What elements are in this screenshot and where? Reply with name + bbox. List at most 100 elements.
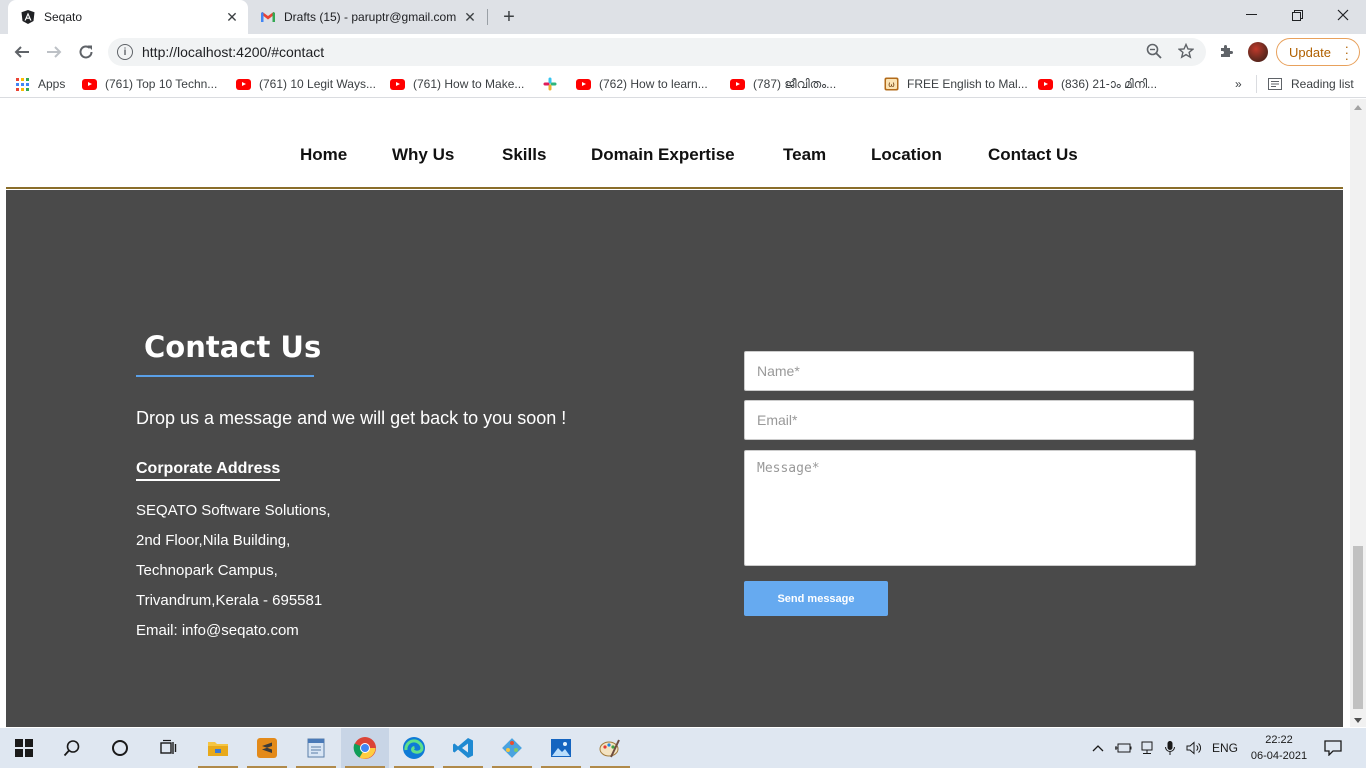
bookmark-item[interactable]: (787) ജീവിതം...	[729, 75, 836, 93]
bookmark-item[interactable]: (761) 10 Legit Ways...	[235, 75, 376, 93]
new-tab-icon[interactable]: +	[498, 6, 520, 28]
start-icon[interactable]	[0, 728, 48, 768]
bookmark-label: (836) 21-ാം മിനി...	[1061, 76, 1158, 91]
vscode-icon[interactable]	[439, 728, 487, 768]
scroll-down-icon[interactable]	[1354, 718, 1362, 723]
paint-icon[interactable]	[586, 728, 634, 768]
profile-avatar[interactable]	[1248, 42, 1268, 62]
extensions-icon[interactable]	[1215, 40, 1237, 62]
bookmark-label: (761) Top 10 Techn...	[105, 77, 218, 91]
volume-icon[interactable]	[1186, 728, 1202, 768]
edge-icon[interactable]	[390, 728, 438, 768]
language-indicator[interactable]: ENG	[1212, 728, 1238, 768]
nav-contact-us[interactable]: Contact Us	[988, 145, 1078, 165]
contact-email: Email: info@seqato.com	[136, 622, 299, 639]
contact-tagline: Drop us a message and we will get back t…	[136, 408, 567, 428]
chrome-icon[interactable]	[341, 728, 389, 768]
reading-list-label: Reading list	[1291, 77, 1354, 91]
bookmark-item[interactable]: (761) How to Make...	[389, 75, 524, 93]
clock-date: 06-04-2021	[1250, 750, 1308, 762]
sublime-icon[interactable]	[243, 728, 291, 768]
youtube-icon	[1037, 76, 1053, 92]
bookmark-item[interactable]: (762) How to learn...	[575, 75, 708, 93]
gmail-icon	[260, 9, 276, 25]
tab-strip: Seqato ✕ Drafts (15) - paruptr@gmail.com…	[0, 0, 1366, 34]
email-field[interactable]	[744, 400, 1194, 440]
show-hidden-icons[interactable]	[1092, 728, 1104, 768]
youtube-icon	[575, 76, 591, 92]
taskbar: ENG 22:22 06-04-2021	[0, 728, 1366, 768]
nav-skills[interactable]: Skills	[502, 145, 546, 165]
contact-section: Contact Us Drop us a message and we will…	[6, 190, 1343, 727]
more-bookmarks-icon[interactable]: »	[1235, 75, 1242, 93]
update-label: Update	[1289, 44, 1331, 60]
menu-dots-icon[interactable]: · · ·	[1345, 40, 1349, 65]
youtube-icon	[389, 76, 405, 92]
file-explorer-icon[interactable]	[194, 728, 242, 768]
apps-grid-icon	[14, 76, 30, 92]
site-info-icon[interactable]: i	[117, 44, 133, 60]
browser-toolbar: i Update ···	[0, 34, 1366, 70]
bookmark-label: (761) 10 Legit Ways...	[259, 77, 376, 91]
close-window-icon[interactable]	[1320, 0, 1366, 30]
dictionary-icon: ω	[883, 76, 899, 92]
bookmark-label: Apps	[38, 77, 66, 91]
reload-icon[interactable]	[72, 38, 100, 66]
tab-title: Drafts (15) - paruptr@gmail.com	[284, 10, 457, 24]
nav-location[interactable]: Location	[871, 145, 942, 165]
address-line: 2nd Floor,Nila Building,	[136, 532, 291, 549]
update-button[interactable]: Update · · ·	[1276, 38, 1360, 66]
notepad-icon[interactable]	[292, 728, 340, 768]
search-icon[interactable]	[48, 728, 96, 768]
task-view-icon[interactable]	[144, 728, 192, 768]
youtube-icon	[81, 76, 97, 92]
page-viewport: Home Why Us Skills Domain Expertise Team…	[0, 99, 1350, 727]
send-message-button[interactable]: Send message	[744, 581, 888, 616]
svg-text:ω: ω	[888, 80, 895, 89]
network-icon[interactable]	[1140, 728, 1154, 768]
bookmark-label: (761) How to Make...	[413, 77, 525, 91]
cortana-icon[interactable]	[96, 728, 144, 768]
back-icon[interactable]	[8, 38, 36, 66]
close-tab-icon[interactable]: ✕	[460, 7, 480, 27]
address-bar[interactable]: i	[108, 38, 1206, 66]
notifications-icon[interactable]	[1324, 728, 1342, 768]
bookmark-item[interactable]	[542, 75, 566, 93]
youtube-icon	[235, 76, 251, 92]
nav-team[interactable]: Team	[783, 145, 826, 165]
bookmark-item[interactable]: (836) 21-ാം മിനി...	[1037, 75, 1157, 93]
message-field[interactable]	[744, 450, 1196, 566]
scrollbar-thumb[interactable]	[1353, 546, 1363, 709]
tab-seqato[interactable]: Seqato ✕	[8, 0, 248, 34]
git-icon[interactable]	[488, 728, 536, 768]
bookmark-label: (762) How to learn...	[599, 77, 708, 91]
restore-icon[interactable]	[1274, 0, 1320, 30]
close-tab-icon[interactable]: ✕	[222, 7, 242, 27]
taskbar-clock[interactable]: 22:22 06-04-2021	[1244, 732, 1314, 764]
battery-icon[interactable]	[1114, 728, 1132, 768]
bookmark-item[interactable]: (761) Top 10 Techn...	[81, 75, 217, 93]
photos-icon[interactable]	[537, 728, 585, 768]
youtube-icon	[729, 76, 745, 92]
scroll-up-icon[interactable]	[1354, 105, 1362, 110]
corporate-address-heading: Corporate Address	[136, 460, 281, 481]
url-input[interactable]	[142, 44, 1042, 60]
name-field[interactable]	[744, 351, 1194, 391]
minimize-icon[interactable]	[1228, 0, 1274, 30]
nav-home[interactable]: Home	[300, 145, 347, 165]
zoom-icon[interactable]	[1143, 40, 1165, 62]
microphone-icon[interactable]	[1164, 728, 1176, 768]
reading-list-button[interactable]: Reading list	[1256, 75, 1354, 93]
bookmark-star-icon[interactable]	[1175, 40, 1197, 62]
tab-title: Seqato	[44, 10, 83, 24]
forward-icon[interactable]	[40, 38, 68, 66]
address-line: SEQATO Software Solutions,	[136, 502, 331, 519]
nav-domain-expertise[interactable]: Domain Expertise	[591, 145, 735, 165]
bookmark-item[interactable]: ω FREE English to Mal...	[883, 75, 1028, 93]
bookmark-apps[interactable]: Apps	[14, 75, 65, 93]
bookmark-label: FREE English to Mal...	[907, 77, 1028, 91]
tab-gmail[interactable]: Drafts (15) - paruptr@gmail.com ✕	[250, 0, 486, 34]
site-navigation: Home Why Us Skills Domain Expertise Team…	[6, 99, 1343, 189]
nav-why-us[interactable]: Why Us	[392, 145, 454, 165]
page-scrollbar[interactable]	[1350, 99, 1366, 727]
